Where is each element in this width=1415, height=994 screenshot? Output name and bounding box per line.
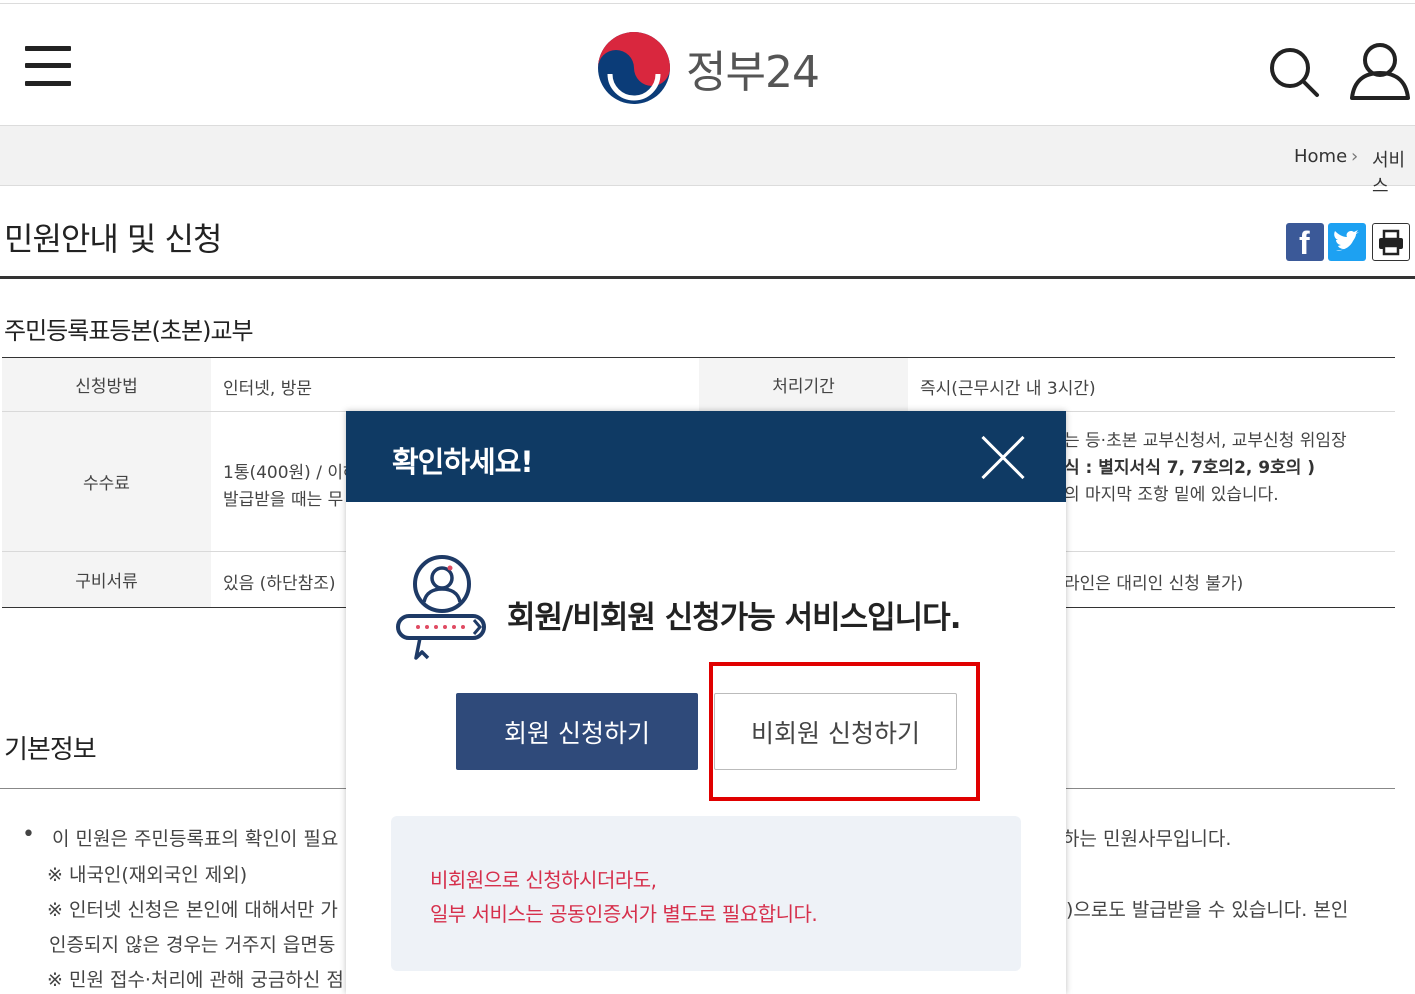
modal-message: 회원/비회원 신청가능 서비스입니다. <box>507 600 961 636</box>
info-note: 인증되지 않은 경우는 거주지 읍면동 <box>49 934 336 956</box>
gov24-logo[interactable]: 정부24 <box>596 28 820 108</box>
bullet-icon: • <box>22 822 35 847</box>
notice-box: 비회원으로 신청하시더라도, 일부 서비스는 공동인증서가 별도로 필요합니다. <box>391 816 1021 971</box>
print-icon[interactable] <box>1372 223 1410 261</box>
modal-title: 확인하세요! <box>392 445 534 479</box>
table-cell: 있음 (하단참조) <box>223 574 336 594</box>
breadcrumb-home[interactable]: Home <box>1294 146 1347 167</box>
member-login-icon <box>394 554 490 664</box>
twitter-icon[interactable] <box>1328 223 1366 261</box>
info-text: 이 민원은 주민등록표의 확인이 필요 <box>52 828 339 850</box>
title-divider <box>0 276 1415 279</box>
info-note: ※ 내국인(재외국인 제외) <box>47 864 248 886</box>
close-icon[interactable] <box>980 435 1026 481</box>
section-title: 기본정보 <box>4 735 97 765</box>
info-note: ※ 민원 접수·처리에 관해 궁금하신 점 <box>47 969 344 991</box>
hamburger-menu-icon[interactable] <box>25 46 71 86</box>
table-header: 처리기간 <box>699 358 908 411</box>
table-cell: 라인은 대리인 신청 불가) <box>1064 574 1244 594</box>
facebook-share-icon[interactable]: f <box>1286 223 1324 261</box>
table-cell: 1통(400원) / 이해 <box>223 463 359 483</box>
table-cell: 식 : 별지서식 7, 7호의2, 9호의 ) <box>1064 458 1316 478</box>
table-cell: 인터넷, 방문 <box>223 379 313 399</box>
table-cell: 즉시(근무시간 내 3시간) <box>920 379 1096 399</box>
table-cell: 발급받을 때는 무 <box>223 490 344 510</box>
table-header: 구비서류 <box>2 552 211 607</box>
table-header: 수수료 <box>2 412 211 551</box>
modal-header: 확인하세요! <box>346 411 1066 502</box>
user-icon[interactable] <box>1349 42 1411 100</box>
member-apply-button[interactable]: 회원 신청하기 <box>456 693 698 770</box>
service-title: 주민등록표등본(초본)교부 <box>4 317 254 345</box>
page-title: 민원안내 및 신청 <box>4 220 222 258</box>
info-text: 하는 민원사무입니다. <box>1062 828 1232 850</box>
logo-text: 정부24 <box>686 47 820 98</box>
info-note: )으로도 발급받을 수 있습니다. 본인 <box>1066 899 1349 921</box>
guest-button-highlight <box>709 662 980 801</box>
breadcrumb-separator-icon: › <box>1351 146 1359 167</box>
breadcrumb: Home › 서비스 <box>0 126 1415 197</box>
search-icon[interactable] <box>1268 46 1320 98</box>
table-cell: 의 마지막 조항 밑에 있습니다. <box>1064 485 1279 505</box>
table-row: 신청방법 인터넷, 방문 처리기간 즉시(근무시간 내 3시간) <box>2 358 1395 412</box>
service-info-table: 신청방법 인터넷, 방문 처리기간 즉시(근무시간 내 3시간) 수수료 1통(… <box>2 357 1395 608</box>
notice-text: 일부 서비스는 공동인증서가 별도로 필요합니다. <box>430 902 818 926</box>
breadcrumb-current[interactable]: 서비스 <box>1372 146 1415 198</box>
site-header: 정부24 <box>0 4 1415 126</box>
table-cell: 는 등·초본 교부신청서, 교부신청 위임장 <box>1064 431 1347 451</box>
notice-text: 비회원으로 신청하시더라도, <box>430 868 657 892</box>
taeguk-logo-icon <box>598 32 670 104</box>
info-note: ※ 인터넷 신청은 본인에 대해서만 가 <box>47 899 338 921</box>
table-header: 신청방법 <box>2 358 211 411</box>
